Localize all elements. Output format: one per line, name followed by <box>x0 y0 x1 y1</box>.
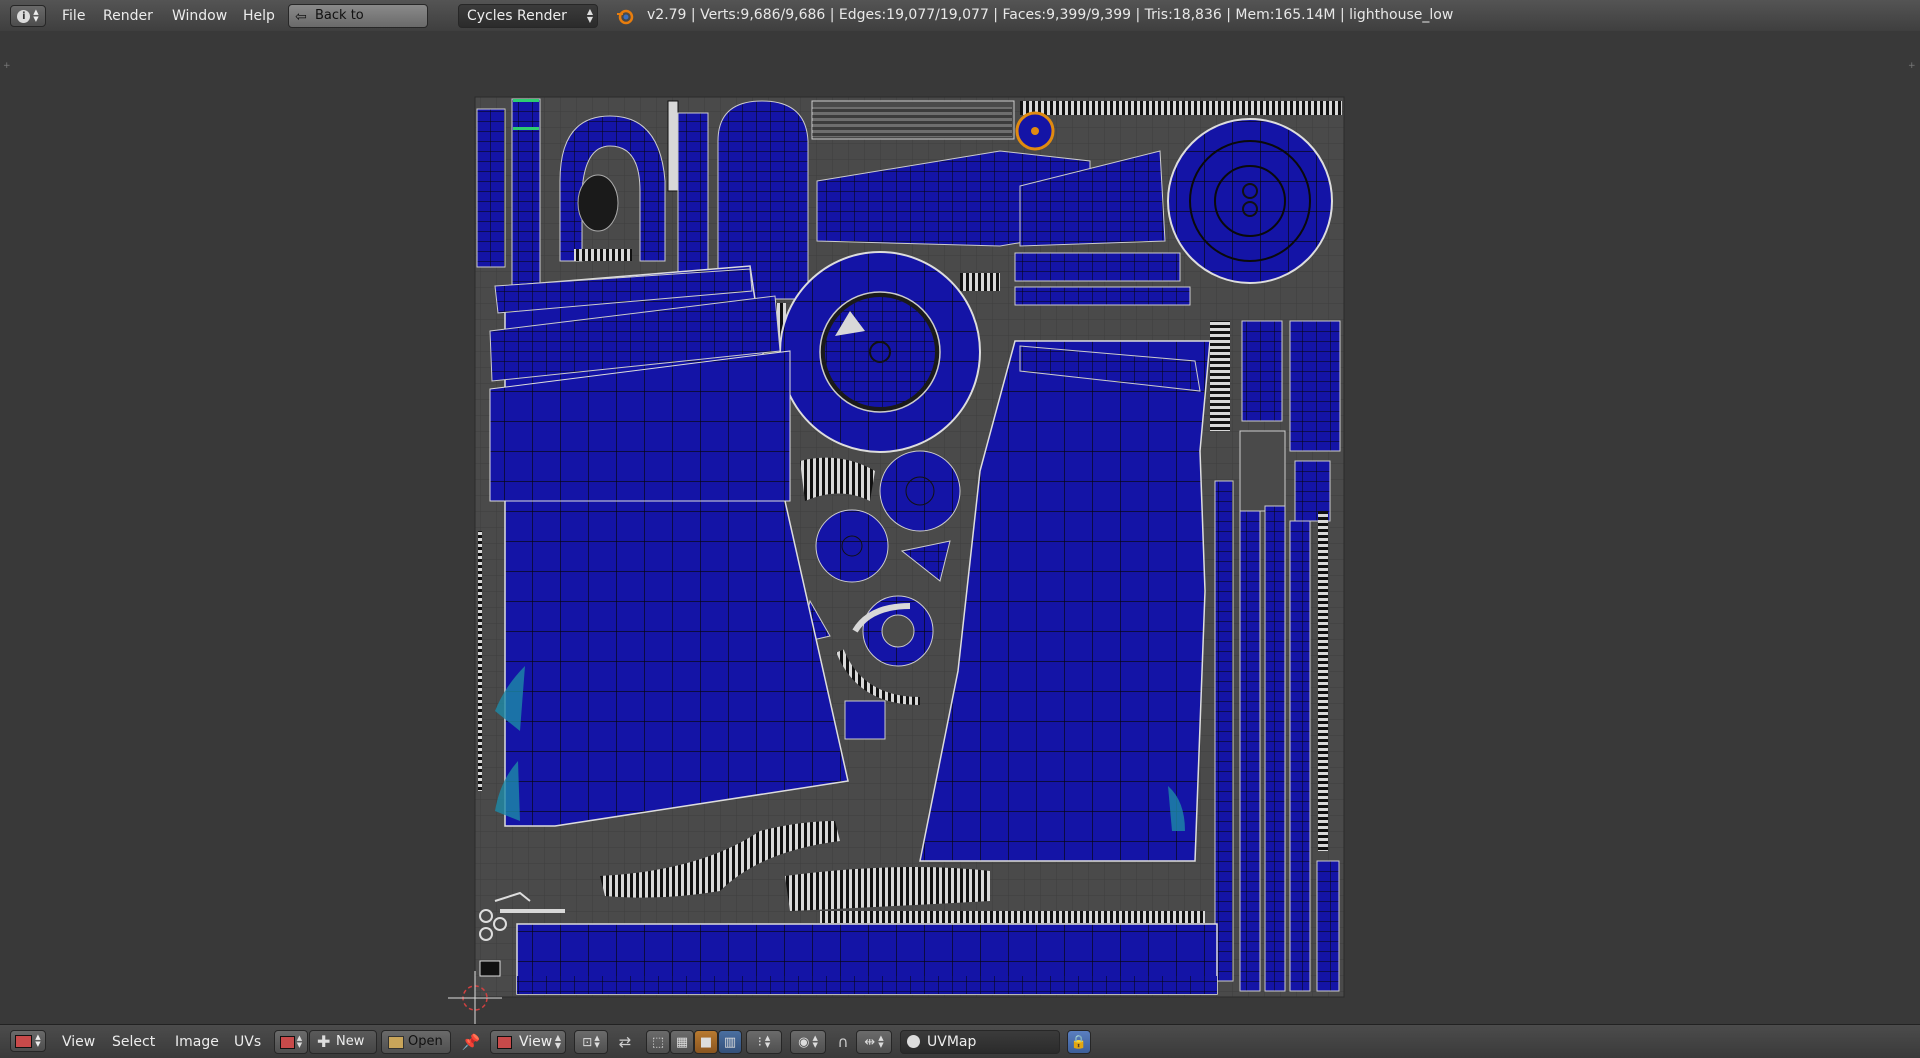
info-header: i ▲▼ File Render Window Help ⇦ Back to P… <box>0 0 1920 45</box>
scene-stats: v2.79 | Verts:9,686/9,686 | Edges:19,077… <box>647 7 1454 23</box>
back-arrow-icon: ⇦ <box>295 9 307 25</box>
island-select-button[interactable]: ▥ <box>718 1030 742 1054</box>
uv-layout <box>448 96 1345 1024</box>
menu-select[interactable]: Select <box>112 1031 155 1053</box>
new-label: New <box>336 1034 365 1049</box>
snap-icon[interactable]: ∩ <box>832 1030 854 1054</box>
updown-arrows-icon: ▲ ▼ <box>296 1034 303 1049</box>
editor-type-button[interactable]: i ▲ ▼ <box>10 5 46 27</box>
pin-icon[interactable]: 📌 <box>460 1030 482 1054</box>
blender-logo-icon <box>616 7 634 25</box>
vertex-select-button[interactable]: ⬚ <box>646 1030 670 1054</box>
lock-icon: 🔒 <box>1070 1034 1088 1050</box>
updown-arrows-icon: ▲ ▼ <box>554 1033 561 1050</box>
pivot-icon: ⊡ <box>582 1035 593 1049</box>
updown-arrows-icon: ▲ ▼ <box>35 1033 41 1048</box>
image-browse-icon <box>279 1035 295 1049</box>
edge-select-button[interactable]: ▦ <box>670 1030 694 1054</box>
menu-view[interactable]: View <box>62 1031 95 1053</box>
plus-icon: ✚ <box>317 1032 331 1051</box>
proportional-edit-button[interactable]: ◉ ▲ ▼ <box>790 1030 826 1054</box>
image-editor-header: ▲ ▼ View Select Image UVs ▲ ▼ ✚ New Open 📌… <box>0 1024 1920 1058</box>
sticky-selection-button[interactable]: ⁝ ▲ ▼ <box>746 1030 782 1054</box>
open-label: Open <box>408 1034 443 1049</box>
updown-arrows-icon: ▲ ▼ <box>764 1034 771 1049</box>
updown-arrows-icon: ▲ ▼ <box>33 8 39 23</box>
menu-uvs[interactable]: UVs <box>234 1031 261 1053</box>
menu-window[interactable]: Window <box>172 5 227 27</box>
uv-map-selector[interactable]: UVMap <box>900 1030 1060 1054</box>
uv-map-label: UVMap <box>927 1034 977 1050</box>
menu-image[interactable]: Image <box>175 1031 219 1053</box>
folder-icon <box>388 1036 404 1049</box>
view-mode-dropdown[interactable]: View ▲ ▼ <box>490 1030 566 1054</box>
sticky-icon: ⁝ <box>757 1034 762 1050</box>
menu-render[interactable]: Render <box>103 5 153 27</box>
updown-arrows-icon: ▲ ▼ <box>812 1034 818 1049</box>
info-icon: i <box>17 9 31 23</box>
render-engine-dropdown[interactable]: Cycles Render ▲ ▼ <box>458 4 598 28</box>
menu-help[interactable]: Help <box>243 5 275 27</box>
open-image-button[interactable]: Open <box>381 1030 451 1054</box>
face-select-button[interactable]: ■ <box>694 1030 718 1054</box>
menu-file[interactable]: File <box>62 5 85 27</box>
render-engine-label: Cycles Render <box>467 8 567 24</box>
image-view-icon <box>497 1036 512 1049</box>
uv-map-icon <box>907 1035 920 1048</box>
editor-type-button[interactable]: ▲ ▼ <box>10 1030 46 1052</box>
updown-arrows-icon: ▲ ▼ <box>586 7 593 24</box>
updown-arrows-icon: ▲ ▼ <box>878 1034 884 1049</box>
lock-button[interactable]: 🔒 <box>1067 1030 1091 1054</box>
snap-element-button[interactable]: ⇹ ▲ ▼ <box>856 1030 892 1054</box>
new-image-button[interactable]: ✚ New <box>309 1030 377 1054</box>
sync-selection-icon[interactable]: ⇄ <box>614 1030 636 1054</box>
browse-image-button[interactable]: ▲ ▼ <box>274 1030 308 1054</box>
updown-arrows-icon: ▲ ▼ <box>594 1034 600 1049</box>
view-mode-label: View <box>519 1034 553 1050</box>
uv-editor-viewport[interactable]: + + <box>0 31 1920 1024</box>
back-to-previous-button[interactable]: ⇦ Back to Previous <box>288 4 428 45</box>
pivot-point-button[interactable]: ⊡ ▲ ▼ <box>574 1030 608 1054</box>
image-editor-icon <box>15 1034 33 1048</box>
proportional-edit-icon: ◉ <box>798 1034 810 1050</box>
snap-increment-icon: ⇹ <box>864 1034 876 1050</box>
